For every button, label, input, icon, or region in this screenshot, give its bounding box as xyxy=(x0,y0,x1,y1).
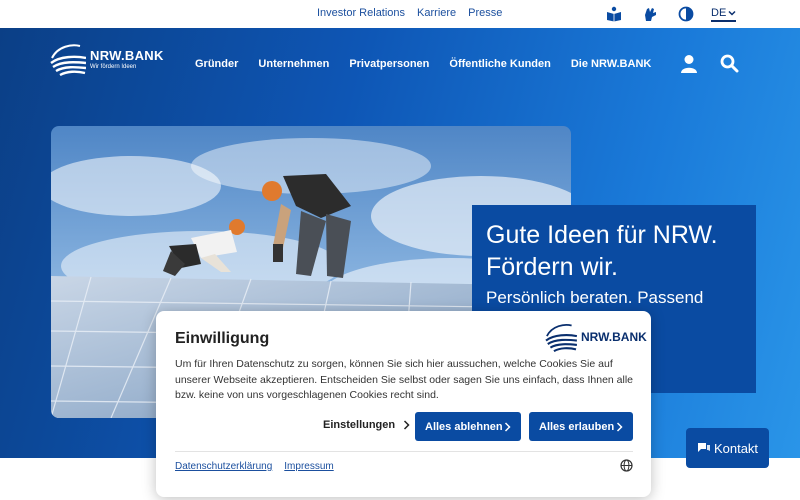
logo-name: NRW.BANK xyxy=(90,48,164,63)
accept-label: Alles erlauben xyxy=(539,420,615,433)
utility-icons: DE xyxy=(605,5,737,23)
reject-all-button[interactable]: Alles ablehnen xyxy=(415,412,521,441)
hero-claim-title: Gute Ideen für NRW. Fördern wir. xyxy=(486,221,718,281)
user-icon[interactable] xyxy=(680,54,698,79)
karriere-link[interactable]: Karriere xyxy=(417,7,456,19)
language-label: DE xyxy=(711,6,727,19)
consent-footer-links: Datenschutzerklärung Impressum xyxy=(175,461,334,472)
consent-logo: NRW.BANK xyxy=(544,322,647,352)
cookie-consent-dialog: Einwilligung NRW.BANK Um für Ihren Daten… xyxy=(156,311,651,497)
utility-links: Investor Relations Karriere Presse xyxy=(317,7,502,19)
nav-die-nrw-bank[interactable]: Die NRW.BANK xyxy=(571,58,651,70)
nav-gruender[interactable]: Gründer xyxy=(195,58,238,70)
chat-icon xyxy=(697,443,710,452)
chevron-right-icon xyxy=(404,420,410,430)
settings-button[interactable]: Einstellungen xyxy=(323,419,410,431)
imprint-link[interactable]: Impressum xyxy=(284,461,333,472)
search-icon[interactable] xyxy=(720,54,739,79)
utility-bar: Investor Relations Karriere Presse DE xyxy=(0,0,800,28)
consent-title: Einwilligung xyxy=(175,330,270,347)
sign-language-icon[interactable] xyxy=(641,5,659,23)
nav-unternehmen[interactable]: Unternehmen xyxy=(258,58,329,70)
logo-swoosh-icon xyxy=(545,324,578,352)
accept-all-button[interactable]: Alles erlauben xyxy=(529,412,633,441)
contact-label: Kontakt xyxy=(713,440,759,456)
globe-icon[interactable] xyxy=(620,459,633,477)
main-navigation: Gründer Unternehmen Privatpersonen Öffen… xyxy=(195,58,651,70)
settings-label: Einstellungen xyxy=(323,419,396,431)
chevron-right-icon xyxy=(504,421,511,432)
logo-tagline: Wir fördern Ideen xyxy=(90,64,137,70)
presse-link[interactable]: Presse xyxy=(468,7,502,19)
nav-oeffentliche-kunden[interactable]: Öffentliche Kunden xyxy=(449,58,550,70)
consent-text: Um für Ihren Datenschutz zu sorgen, könn… xyxy=(175,358,634,401)
contrast-icon[interactable] xyxy=(677,5,695,23)
easy-language-icon[interactable] xyxy=(605,5,623,23)
chevron-down-icon xyxy=(728,10,736,16)
reject-label: Alles ablehnen xyxy=(425,420,503,433)
hero-claim-subtitle: Persönlich beraten. Passend xyxy=(486,288,704,307)
consent-divider xyxy=(175,451,633,452)
investor-relations-link[interactable]: Investor Relations xyxy=(317,7,405,19)
contact-button[interactable]: Kontakt xyxy=(686,428,769,468)
consent-logo-name: NRW.BANK xyxy=(581,330,647,344)
chevron-right-icon xyxy=(616,421,623,432)
consent-buttons: Einstellungen Alles ablehnen Alles erlau… xyxy=(175,412,633,441)
logo-swoosh-icon xyxy=(50,44,86,76)
nrw-bank-logo[interactable]: NRW.BANK Wir fördern Ideen xyxy=(50,42,164,76)
header-icons xyxy=(680,54,739,79)
nav-privatpersonen[interactable]: Privatpersonen xyxy=(349,58,429,70)
privacy-policy-link[interactable]: Datenschutzerklärung xyxy=(175,461,272,472)
language-selector[interactable]: DE xyxy=(711,6,737,22)
